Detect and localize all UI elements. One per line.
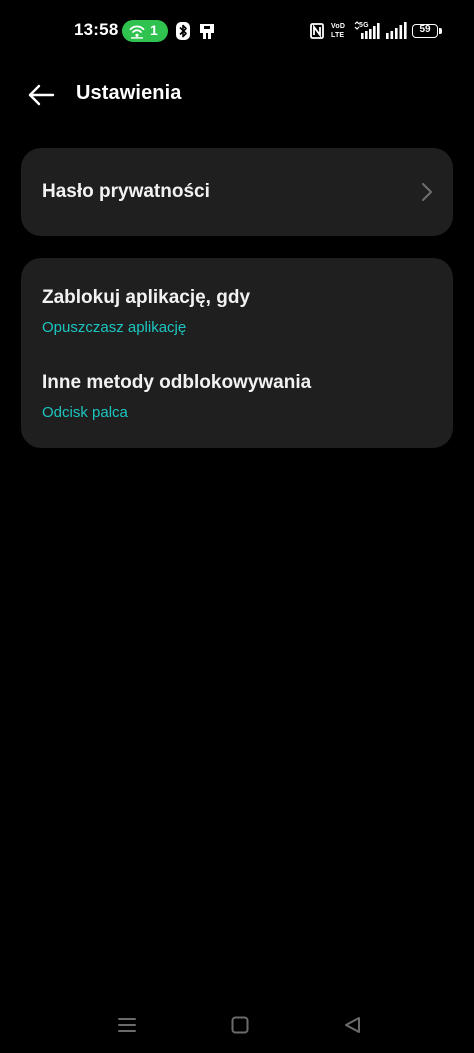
arrow-left-icon [28,84,55,106]
sim-toolkit-icon [200,24,214,39]
system-nav-bar [0,1000,474,1053]
chevron-right-icon [422,183,432,201]
other-unlock-methods-row[interactable]: Inne metody odblokowywania Odcisk palca [21,350,453,448]
hotspot-indicator[interactable]: 1 [122,20,168,42]
volte-bottom-label: LTE [331,32,345,39]
back-button[interactable] [24,80,58,110]
signal-5g-icon: 5G [354,21,382,41]
privacy-password-row[interactable]: Hasło prywatności [21,148,453,236]
home-square-icon[interactable] [227,1012,253,1038]
hotspot-icon [129,25,145,39]
lock-settings-card: Zablokuj aplikację, gdy Opuszczasz aplik… [21,258,453,448]
back-triangle-icon[interactable] [340,1012,366,1038]
battery-level: 59 [419,24,431,35]
menu-icon[interactable] [114,1012,140,1038]
row-title: Zablokuj aplikację, gdy [42,287,251,308]
row-subtitle: Odcisk palca [42,404,128,421]
battery-icon: 59 [412,24,442,38]
bluetooth-icon [176,22,190,40]
volte-top-label: VoD [331,23,346,30]
status-bar: 13:58 1 VoD LTE 5G 59 [0,0,474,62]
row-title: Inne metody odblokowywania [42,372,312,393]
page-title: Ustawienia [76,82,182,104]
row-subtitle: Opuszczasz aplikację [42,319,187,336]
signal-bars-1-icon [354,21,380,39]
row-title: Hasło prywatności [42,181,210,202]
signal-icon [386,22,407,39]
volte-icon: VoD LTE [331,22,349,40]
status-time: 13:58 [74,20,119,39]
app-header: Ustawienia [0,70,474,120]
nfc-icon [310,23,324,39]
lock-app-when-row[interactable]: Zablokuj aplikację, gdy Opuszczasz aplik… [21,258,453,350]
privacy-password-card: Hasło prywatności [21,148,453,236]
hotspot-connected-count: 1 [150,22,158,38]
